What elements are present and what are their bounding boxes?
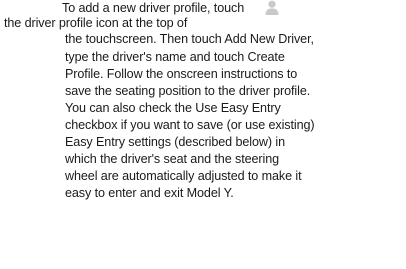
paragraph-line-4: type the driver's name and touch Create bbox=[65, 50, 285, 64]
manual-paragraph: To add a new driver profile, touch the d… bbox=[0, 0, 406, 269]
driver-profile-icon bbox=[265, 0, 279, 15]
paragraph-line-10: which the driver's seat and the steering bbox=[65, 152, 280, 166]
paragraph-line-2: the driver profile icon at the top of bbox=[4, 16, 188, 30]
paragraph-line-6: save the seating position to the driver … bbox=[65, 84, 311, 98]
paragraph-line-5: Profile. Follow the onscreen instruction… bbox=[65, 67, 298, 81]
paragraph-line-11: wheel are automatically adjusted to make… bbox=[65, 169, 302, 183]
paragraph-line-7: You can also check the Use Easy Entry bbox=[65, 101, 281, 115]
paragraph-line-9: Easy Entry settings (described below) in bbox=[65, 135, 285, 149]
paragraph-line-1: To add a new driver profile, touch bbox=[62, 1, 245, 15]
paragraph-line-12: easy to enter and exit Model Y. bbox=[65, 186, 234, 200]
paragraph-line-3: the touchscreen. Then touch Add New Driv… bbox=[65, 32, 314, 46]
paragraph-line-8: checkbox if you want to save (or use exi… bbox=[65, 118, 315, 132]
